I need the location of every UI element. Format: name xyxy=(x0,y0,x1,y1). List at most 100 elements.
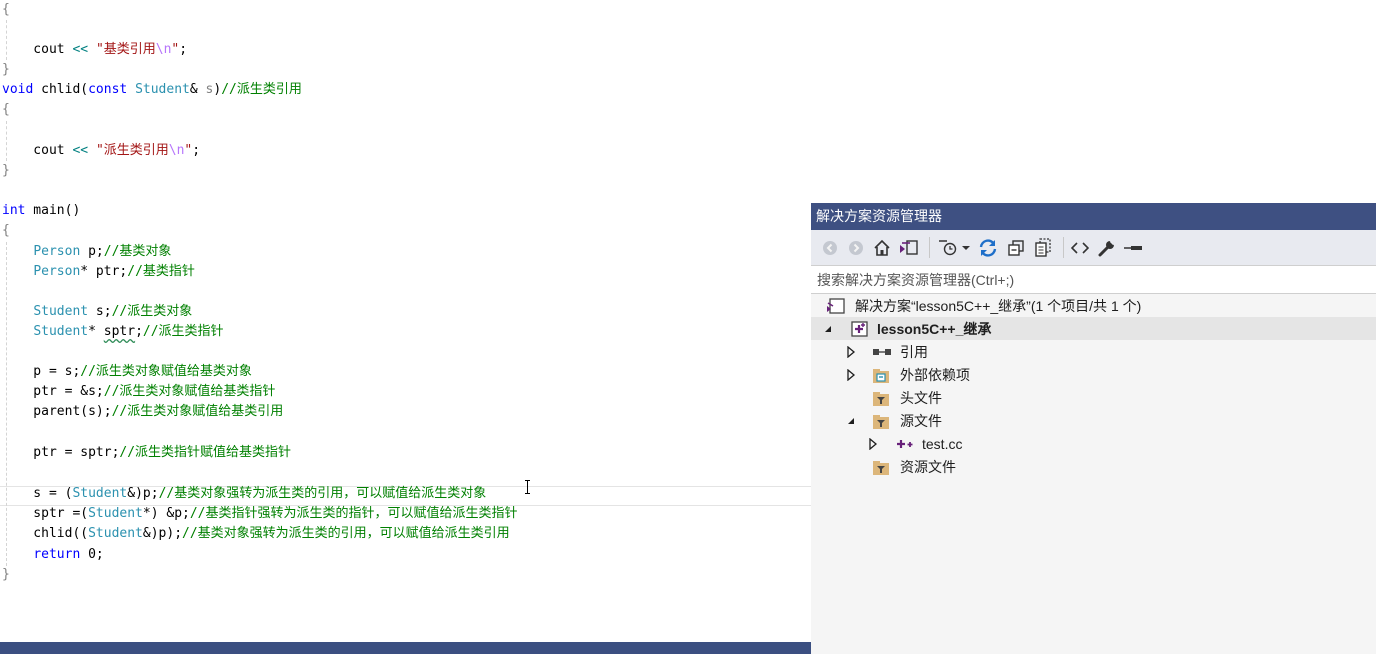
code-token: parent(s); xyxy=(2,404,112,419)
tree-item[interactable]: lesson5C++_继承 xyxy=(811,317,1376,340)
code-line[interactable]: return 0; xyxy=(2,545,103,565)
collapse-all-button[interactable] xyxy=(1005,238,1027,258)
code-line[interactable]: Person p;//基类对象 xyxy=(2,242,171,262)
code-token: } xyxy=(2,567,10,582)
code-token: chlid( xyxy=(33,82,89,97)
code-token: //基类对象 xyxy=(103,244,172,259)
code-token: //基类对象强转为派生类的引用，可以赋值给派生类对象 xyxy=(158,486,487,501)
code-line[interactable]: cout << "基类引用\n"; xyxy=(2,40,187,60)
code-token: int xyxy=(2,203,26,218)
code-line[interactable]: ptr = &s;//派生类对象赋值给基类指针 xyxy=(2,382,275,402)
expanded-arrow-icon[interactable] xyxy=(846,409,858,432)
solution-explorer-toolbar xyxy=(811,230,1376,265)
tree-item-label: 解决方案“lesson5C++_继承”(1 个项目/共 1 个) xyxy=(855,297,1142,314)
pending-changes-filter-button[interactable] xyxy=(937,238,959,258)
tree-item[interactable]: test.cc xyxy=(811,432,1376,455)
tree-item[interactable]: 头文件 xyxy=(811,386,1376,409)
code-token: Student xyxy=(72,486,128,501)
preview-icon xyxy=(1124,246,1142,250)
tree-item[interactable]: 引用 xyxy=(811,340,1376,363)
collapsed-arrow-icon[interactable] xyxy=(868,432,880,455)
tree-item-label: test.cc xyxy=(922,435,963,452)
code-editor[interactable]: { cout << "基类引用\n";} void chlid(const Stu… xyxy=(0,0,811,654)
show-all-files-button[interactable] xyxy=(1032,238,1054,258)
preview-button[interactable] xyxy=(1122,238,1144,258)
filter-folder-icon xyxy=(872,386,890,409)
code-line[interactable]: { xyxy=(2,221,10,241)
code-line[interactable]: Student s;//派生类对象 xyxy=(2,302,192,322)
code-token: "基类引用 xyxy=(95,42,156,57)
code-token: //基类指针 xyxy=(127,264,195,279)
code-line[interactable]: Student* sptr;//派生类指针 xyxy=(2,322,223,342)
code-token: void xyxy=(2,82,34,97)
references-icon xyxy=(872,340,892,363)
code-line[interactable]: void chlid(const Student& s)//派生类引用 xyxy=(2,80,302,100)
forward-icon xyxy=(849,241,863,255)
code-token: ptr = sptr; xyxy=(2,445,120,460)
code-line[interactable]: sptr =(Student*) &p;//基类指针强转为派生类的指针，可以赋值… xyxy=(2,504,518,524)
expanded-arrow-icon[interactable] xyxy=(823,317,835,340)
view-code-icon xyxy=(1071,242,1089,254)
code-line[interactable]: { xyxy=(2,100,10,120)
code-token: //基类指针强转为派生类的指针，可以赋值给派生类指针 xyxy=(189,506,518,521)
code-line[interactable]: chlid((Student&)p);//基类对象强转为派生类的引用，可以赋值给… xyxy=(2,524,510,544)
sync-button[interactable] xyxy=(977,238,999,258)
code-token: << xyxy=(72,42,89,57)
code-line[interactable]: p = s;//派生类对象赋值给基类对象 xyxy=(2,362,252,382)
properties-icon xyxy=(1098,240,1115,257)
collapsed-arrow-icon[interactable] xyxy=(846,363,858,386)
search-input[interactable] xyxy=(811,266,1357,293)
code-token: << xyxy=(72,143,89,158)
solution-explorer-title[interactable]: 解决方案资源管理器 xyxy=(811,203,1376,230)
code-token: Student xyxy=(33,304,89,319)
code-line[interactable]: { xyxy=(2,0,10,20)
code-token: { xyxy=(2,223,10,238)
code-token: { xyxy=(2,102,10,117)
code-line[interactable]: cout << "派生类引用\n"; xyxy=(2,141,200,161)
code-token: s; xyxy=(88,304,112,319)
view-code-button[interactable] xyxy=(1069,238,1091,258)
code-line[interactable]: } xyxy=(2,60,10,80)
code-token: ; xyxy=(192,143,201,158)
code-token: &)p); xyxy=(142,526,183,541)
sync-icon xyxy=(979,239,997,257)
solution-explorer-search[interactable] xyxy=(811,265,1376,294)
code-token: * xyxy=(88,324,104,339)
code-token: ; xyxy=(179,42,188,57)
back-button[interactable] xyxy=(820,238,840,258)
back-icon xyxy=(823,241,837,255)
forward-button[interactable] xyxy=(846,238,866,258)
tree-item[interactable]: 源文件 xyxy=(811,409,1376,432)
code-line[interactable]: int main() xyxy=(2,201,80,221)
tree-item-label: 资源文件 xyxy=(900,458,956,475)
tree-item-label: 头文件 xyxy=(900,389,942,406)
switch-views-button[interactable] xyxy=(898,238,920,258)
code-token: sptr =( xyxy=(2,506,89,521)
code-token: //基类对象强转为派生类的引用，可以赋值给派生类引用 xyxy=(182,526,510,541)
tree-item[interactable]: 资源文件 xyxy=(811,455,1376,478)
code-token: cout xyxy=(2,42,73,57)
tree-item[interactable]: 外部依赖项 xyxy=(811,363,1376,386)
pending-changes-filter-icon xyxy=(939,240,957,256)
collapsed-arrow-icon[interactable] xyxy=(846,340,858,363)
code-line[interactable]: parent(s);//派生类对象赋值给基类引用 xyxy=(2,402,283,422)
code-token: const xyxy=(88,82,128,97)
code-token: s = ( xyxy=(2,486,73,501)
code-token: p = s; xyxy=(2,364,81,379)
code-token: Person xyxy=(33,244,81,259)
home-button[interactable] xyxy=(872,238,892,258)
code-line[interactable]: } xyxy=(2,565,10,585)
dropdown-arrow-icon xyxy=(962,246,970,250)
code-line[interactable]: } xyxy=(2,161,10,181)
editor-status-bar xyxy=(0,642,811,654)
tree-item[interactable]: 解决方案“lesson5C++_继承”(1 个项目/共 1 个) xyxy=(811,294,1376,317)
home-icon xyxy=(874,239,890,256)
pending-changes-dropdown[interactable] xyxy=(961,238,971,258)
code-line[interactable]: Person* ptr;//基类指针 xyxy=(2,262,195,282)
code-token: { xyxy=(2,2,10,17)
code-token: return xyxy=(33,547,81,562)
code-line[interactable]: ptr = sptr;//派生类指针赋值给基类指针 xyxy=(2,443,291,463)
code-line[interactable]: s = (Student&)p;//基类对象强转为派生类的引用，可以赋值给派生类… xyxy=(2,484,486,504)
properties-button[interactable] xyxy=(1096,238,1118,258)
